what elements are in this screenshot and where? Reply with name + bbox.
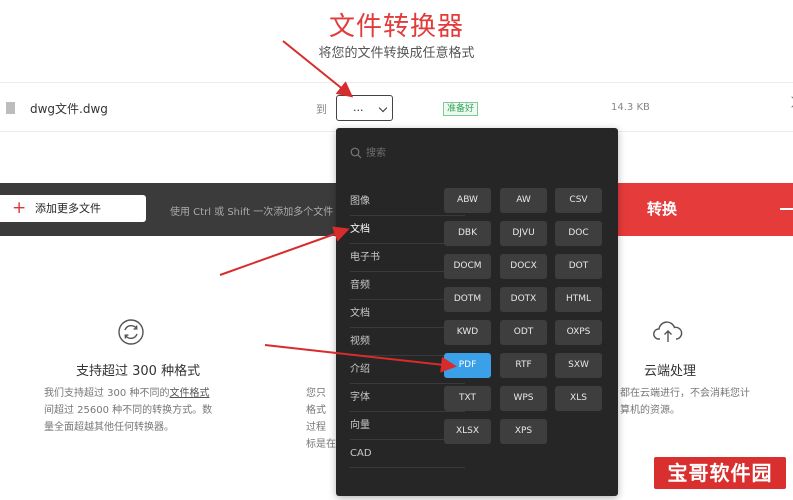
convert-button[interactable]: 转换: [618, 183, 706, 236]
category-label: CAD: [350, 448, 372, 459]
format-button-aw[interactable]: AW: [500, 188, 547, 213]
to-label: 到: [316, 103, 327, 116]
feature-text-line: 量全面超越其他任何转换器。: [44, 422, 174, 433]
category-label: 向量: [350, 420, 370, 431]
chevron-right-icon[interactable]: [786, 96, 793, 108]
refresh-icon: [118, 319, 144, 345]
format-button-doc[interactable]: DOC: [555, 221, 602, 246]
format-select[interactable]: ...: [336, 95, 393, 121]
file-icon: [6, 102, 15, 114]
feature-title-formats: 支持超过 300 种格式: [76, 364, 201, 379]
status-badge: 准备好: [443, 102, 479, 116]
category-label: 音频: [350, 280, 370, 291]
feature-text-cloud: 都在云端进行，不会消耗您计 算机的资源。: [620, 385, 770, 419]
watermark-logo: 宝哥软件园: [652, 455, 788, 491]
format-button-txt[interactable]: TXT: [444, 386, 491, 411]
page-title: 文件转换器: [328, 12, 464, 42]
feature-text-line: 您只: [306, 388, 326, 399]
format-select-value: ...: [353, 101, 364, 114]
category-label: 文档: [350, 224, 370, 235]
feature-text-line: 间超过 25600 种不同的转换方式。数: [44, 405, 213, 416]
cloud-upload-icon: [653, 321, 683, 342]
search-icon: [350, 147, 362, 159]
plus-icon: +: [12, 198, 27, 218]
feature-text-line: 格式: [306, 405, 326, 416]
multi-select-hint: 使用 Ctrl 或 Shift 一次添加多个文件: [170, 207, 334, 218]
category-label: 图像: [350, 196, 370, 207]
file-row: dwg文件.dwg 到 ... 准备好 14.3 KB: [0, 82, 793, 132]
format-button-pdf[interactable]: PDF: [444, 353, 491, 378]
format-button-dbk[interactable]: DBK: [444, 221, 491, 246]
category-item[interactable]: CAD: [350, 440, 465, 468]
feature-title-cloud: 云端处理: [644, 364, 697, 379]
feature-text-line: 过程: [306, 422, 326, 433]
format-button-html[interactable]: HTML: [555, 287, 602, 312]
annotation-arrow: [219, 226, 350, 276]
format-button-wps[interactable]: WPS: [500, 386, 547, 411]
chevron-down-icon: [378, 103, 388, 113]
format-button-xls[interactable]: XLS: [555, 386, 602, 411]
category-label: 字体: [350, 392, 370, 403]
format-button-dotm[interactable]: DOTM: [444, 287, 491, 312]
search-input[interactable]: [366, 143, 596, 163]
feature-text-line: 都在云端进行，不会消耗您计: [620, 388, 750, 399]
file-formats-link[interactable]: 文件格式: [169, 388, 209, 399]
feature-text-line: 算机的资源。: [620, 405, 680, 416]
category-label: 电子书: [350, 252, 380, 263]
format-button-csv[interactable]: CSV: [555, 188, 602, 213]
file-size: 14.3 KB: [611, 102, 650, 113]
format-button-dot[interactable]: DOT: [555, 254, 602, 279]
add-files-label: 添加更多文件: [35, 202, 101, 215]
format-dropdown: 图像文档电子书音频文档视频介绍字体向量CAD ABWAWCSVDBKDJVUDO…: [336, 128, 618, 496]
dash-icon[interactable]: [780, 208, 793, 210]
category-label: 介绍: [350, 364, 370, 375]
format-button-djvu[interactable]: DJVU: [500, 221, 547, 246]
feature-text-line: 我们支持超过 300 种不同的: [44, 388, 170, 399]
format-button-abw[interactable]: ABW: [444, 188, 491, 213]
format-button-xlsx[interactable]: XLSX: [444, 419, 491, 444]
page-subtitle: 将您的文件转换成任意格式: [318, 46, 475, 61]
format-button-sxw[interactable]: SXW: [555, 353, 602, 378]
feature-text-formats: 我们支持超过 300 种不同的文件格式 间超过 25600 种不同的转换方式。数…: [44, 385, 244, 436]
format-button-oxps[interactable]: OXPS: [555, 320, 602, 345]
category-label: 视频: [350, 336, 370, 347]
feature-text-middle: 您只 格式 过程 标是在: [306, 385, 336, 453]
format-button-kwd[interactable]: KWD: [444, 320, 491, 345]
format-button-rtf[interactable]: RTF: [500, 353, 547, 378]
category-label: 文档: [350, 308, 370, 319]
format-button-dotx[interactable]: DOTX: [500, 287, 547, 312]
add-files-button[interactable]: + 添加更多文件: [0, 195, 146, 222]
feature-text-line: 标是在: [306, 439, 336, 450]
format-button-docm[interactable]: DOCM: [444, 254, 491, 279]
format-button-xps[interactable]: XPS: [500, 419, 547, 444]
file-name: dwg文件.dwg: [30, 102, 108, 116]
format-button-docx[interactable]: DOCX: [500, 254, 547, 279]
dropdown-search: [346, 142, 606, 166]
format-button-odt[interactable]: ODT: [500, 320, 547, 345]
convert-area: 转换: [618, 183, 793, 236]
